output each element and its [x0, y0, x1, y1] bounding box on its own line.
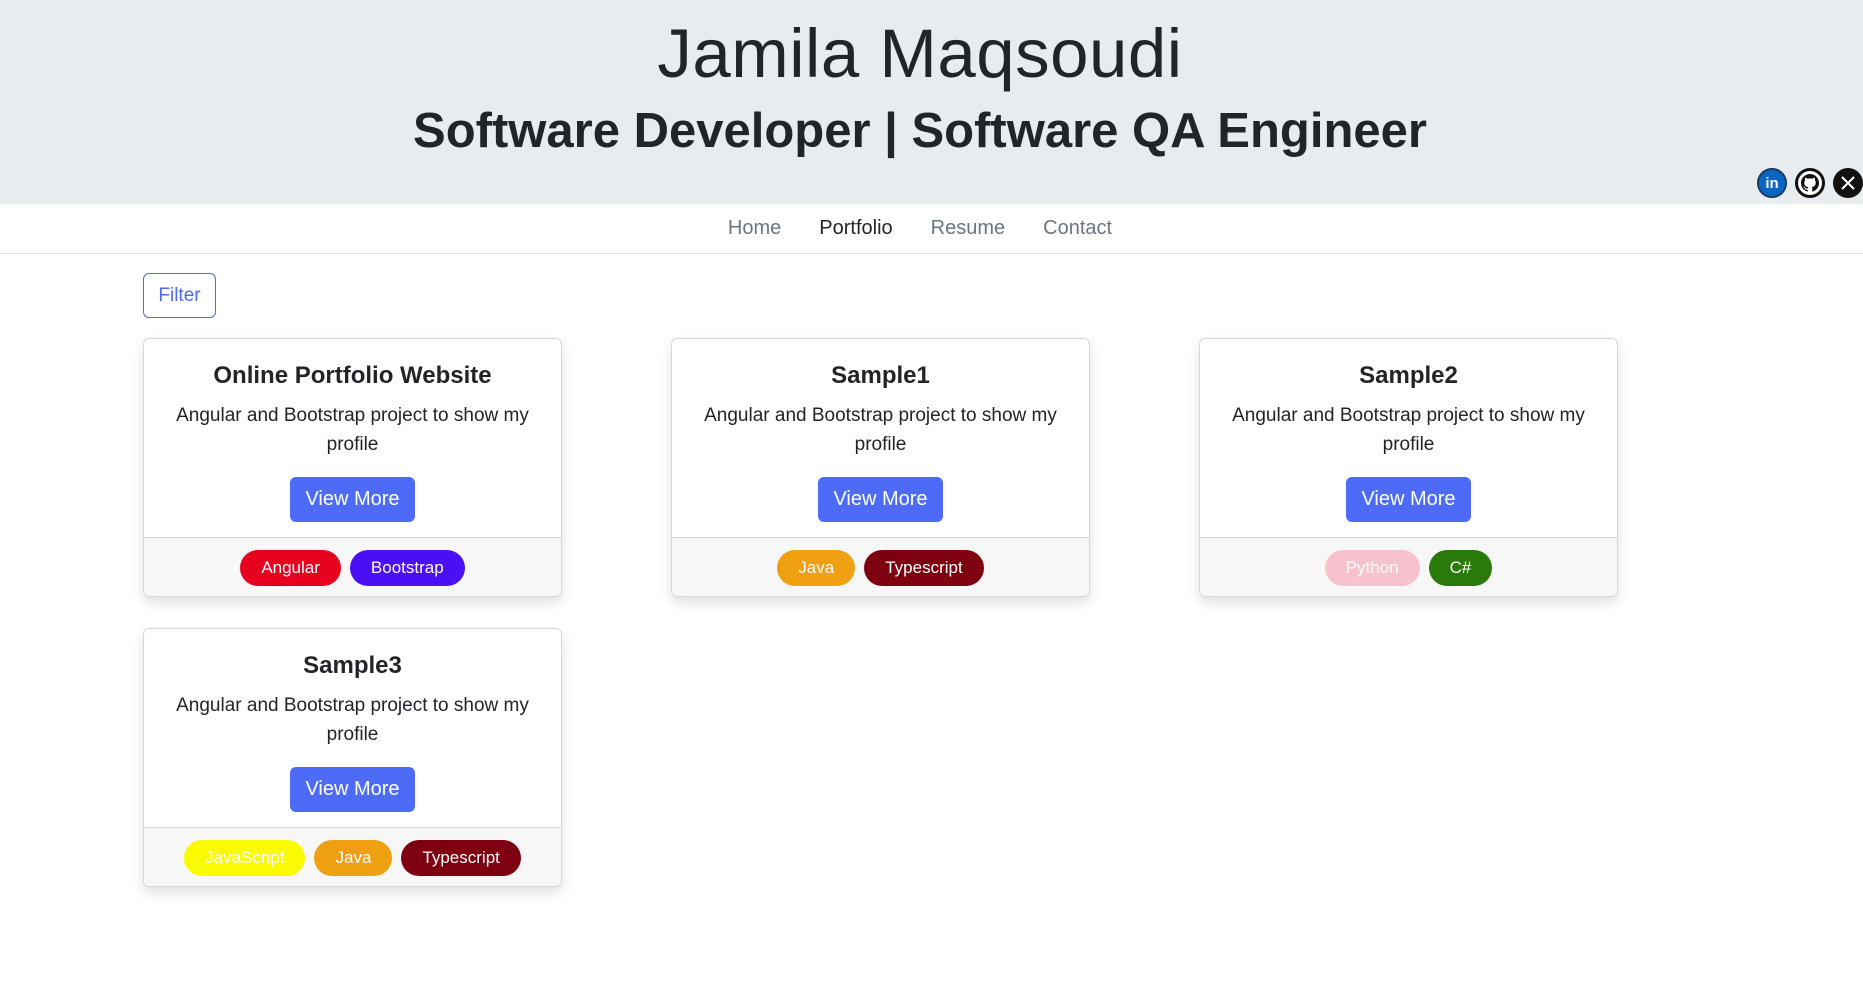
navbar: Home Portfolio Resume Contact: [0, 204, 1863, 254]
header-banner: Jamila Maqsoudi Software Developer | Sof…: [0, 0, 1863, 204]
card-tags: Java Typescript: [672, 537, 1089, 596]
nav-resume[interactable]: Resume: [931, 217, 1005, 240]
profile-name: Jamila Maqsoudi: [657, 15, 1183, 92]
nav-links: Home Portfolio Resume Contact: [0, 204, 1840, 253]
tag-badge: Typescript: [401, 840, 521, 876]
tag-badge: C#: [1428, 550, 1493, 586]
card-body: Online Portfolio Website Angular and Boo…: [144, 339, 561, 537]
card-body: Sample1 Angular and Bootstrap project to…: [672, 339, 1089, 537]
x-icon-glyph: [1841, 176, 1855, 190]
nav-contact[interactable]: Contact: [1043, 217, 1112, 240]
card-description: Angular and Bootstrap project to show my…: [176, 405, 529, 455]
card-tags: JavaScript Java Typescript: [144, 827, 561, 886]
card-title: Sample1: [831, 362, 930, 389]
card-description: Angular and Bootstrap project to show my…: [176, 695, 529, 745]
nav-portfolio[interactable]: Portfolio: [819, 217, 892, 240]
social-links: in: [1757, 168, 1863, 198]
card-title: Online Portfolio Website: [213, 362, 492, 389]
card-title: Sample3: [303, 652, 402, 679]
tag-badge: Bootstrap: [349, 550, 465, 586]
view-more-button[interactable]: View More: [290, 477, 415, 522]
view-more-button[interactable]: View More: [290, 767, 415, 812]
card-body: Sample3 Angular and Bootstrap project to…: [144, 629, 561, 827]
github-icon[interactable]: [1795, 168, 1825, 198]
tag-badge: Angular: [240, 550, 341, 586]
card-description: Angular and Bootstrap project to show my…: [1232, 405, 1585, 455]
project-card: Sample1 Angular and Bootstrap project to…: [671, 338, 1090, 597]
project-card: Sample3 Angular and Bootstrap project to…: [143, 628, 562, 887]
project-card: Sample2 Angular and Bootstrap project to…: [1199, 338, 1618, 597]
linkedin-icon[interactable]: in: [1757, 168, 1787, 198]
filter-button[interactable]: Filter: [143, 273, 216, 318]
card-description: Angular and Bootstrap project to show my…: [704, 405, 1057, 455]
tag-badge: JavaScript: [184, 840, 306, 876]
profile-role: Software Developer | Software QA Enginee…: [413, 104, 1427, 158]
tag-badge: Python: [1324, 550, 1420, 586]
card-tags: Python C#: [1200, 537, 1617, 596]
card-title: Sample2: [1359, 362, 1458, 389]
github-icon-glyph: [1801, 174, 1819, 192]
tag-badge: Java: [777, 550, 856, 586]
project-card: Online Portfolio Website Angular and Boo…: [143, 338, 562, 597]
x-icon[interactable]: [1833, 168, 1863, 198]
tag-badge: Java: [314, 840, 393, 876]
view-more-button[interactable]: View More: [1346, 477, 1471, 522]
tag-badge: Typescript: [864, 550, 984, 586]
card-body: Sample2 Angular and Bootstrap project to…: [1200, 339, 1617, 537]
nav-home[interactable]: Home: [728, 217, 781, 240]
view-more-button[interactable]: View More: [818, 477, 943, 522]
card-tags: Angular Bootstrap: [144, 537, 561, 596]
